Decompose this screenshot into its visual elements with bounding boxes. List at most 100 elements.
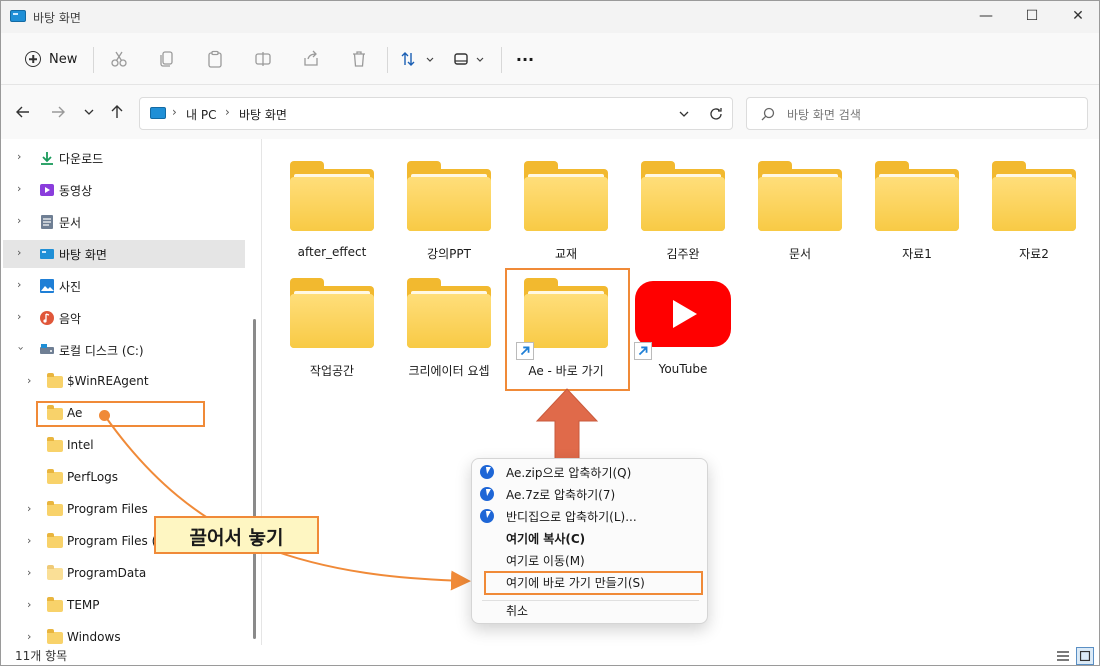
sidebar-folder-item[interactable]: › Windows [3, 624, 245, 645]
sidebar-item-local-disk[interactable]: › 로컬 디스크 (C:) [3, 336, 245, 364]
folder-icon [524, 161, 608, 231]
sidebar-folder-item[interactable]: PerfLogs [3, 464, 245, 492]
back-button[interactable] [12, 101, 34, 123]
rename-button[interactable] [248, 45, 278, 73]
menu-item-compress-7z[interactable]: Ae.7z로 압축하기(7) [472, 483, 709, 505]
maximize-button[interactable]: ☐ [1009, 1, 1055, 33]
folder-tile[interactable]: after_effect [276, 147, 388, 259]
sidebar-item-pictures[interactable]: › 사진 [3, 272, 245, 300]
details-view-icon[interactable] [1054, 647, 1072, 665]
menu-item-move-here[interactable]: 여기로 이동(M) [472, 549, 709, 571]
sidebar-item-documents[interactable]: › 문서 [3, 208, 245, 236]
close-button[interactable]: ✕ [1055, 1, 1099, 33]
folder-tile[interactable]: 자료2 [978, 147, 1090, 261]
sidebar-item-downloads[interactable]: › 다운로드 [3, 144, 245, 172]
sidebar-folder-item[interactable]: › ProgramData [3, 560, 245, 588]
menu-item-copy-here[interactable]: 여기에 복사(C) [472, 527, 709, 549]
chevron-right-icon[interactable]: › [27, 630, 31, 643]
folder-tile[interactable]: 김주완 [627, 147, 739, 261]
folder-tile[interactable]: 강의PPT [393, 147, 505, 261]
share-icon [304, 50, 318, 66]
folder-tile[interactable]: 자료1 [861, 147, 973, 261]
desktop-icon [40, 249, 54, 259]
up-button[interactable] [106, 101, 128, 123]
pane-divider[interactable] [261, 139, 262, 645]
cut-icon [111, 51, 127, 67]
paste-button[interactable] [200, 45, 230, 73]
sidebar-item-label: $WinREAgent [67, 374, 149, 388]
forward-button[interactable] [47, 101, 69, 123]
refresh-icon[interactable] [709, 107, 723, 121]
cut-button[interactable] [104, 45, 134, 73]
up-arrow-annotation-icon [535, 388, 599, 460]
sidebar-folder-item[interactable]: › $WinREAgent [3, 368, 245, 396]
folder-tile[interactable]: 크리에이터 요셉 [393, 264, 505, 378]
breadcrumb-this-pc[interactable]: 내 PC [186, 106, 216, 123]
recent-locations-button[interactable] [78, 101, 100, 123]
shortcut-tile-youtube[interactable]: YouTube [627, 264, 739, 376]
chevron-right-icon[interactable]: › [27, 534, 31, 547]
chevron-right-icon[interactable]: › [17, 246, 21, 259]
menu-item-label: 반디집으로 압축하기(L)... [506, 510, 637, 524]
folder-tile[interactable]: 작업공간 [276, 264, 388, 378]
menu-item-cancel[interactable]: 취소 [472, 599, 709, 621]
folder-icon [47, 373, 63, 388]
menu-item-compress-zip[interactable]: Ae.zip으로 압축하기(Q) [472, 461, 709, 483]
sidebar-item-label: 다운로드 [59, 152, 104, 166]
folder-tile[interactable]: 문서 [744, 147, 856, 261]
sidebar-item-label: TEMP [67, 598, 100, 612]
chevron-right-icon[interactable]: › [27, 374, 31, 387]
chevron-right-icon[interactable]: › [27, 502, 31, 515]
sidebar-folder-item[interactable]: Intel [3, 432, 245, 460]
sidebar-scrollbar[interactable] [253, 319, 256, 639]
folder-label: 김주완 [666, 247, 700, 261]
chevron-right-icon[interactable]: › [17, 150, 21, 163]
new-button[interactable]: New [15, 43, 87, 75]
shortcut-arrow-icon [516, 342, 534, 360]
up-arrow-icon [111, 105, 123, 118]
breadcrumb-desktop[interactable]: 바탕 화면 [239, 106, 287, 123]
folder-icon [290, 278, 374, 348]
minimize-button[interactable]: — [963, 1, 1009, 33]
folder-label: Ae - 바로 가기 [528, 364, 604, 378]
chevron-down-icon[interactable] [678, 108, 690, 120]
folder-icon [290, 161, 374, 231]
title-bar: 바탕 화면 — ☐ ✕ [1, 1, 1099, 33]
sort-button[interactable] [398, 45, 438, 73]
sidebar-item-desktop[interactable]: › 바탕 화면 [3, 240, 245, 268]
chevron-down-icon[interactable]: › [15, 346, 28, 350]
sidebar-item-label: 바탕 화면 [59, 248, 107, 262]
copy-button[interactable] [152, 45, 182, 73]
source-folder-highlight-box [36, 401, 205, 427]
share-button[interactable] [296, 45, 326, 73]
chevron-right-icon[interactable]: › [17, 214, 21, 227]
toolbar-divider [501, 47, 502, 73]
folder-icon [47, 597, 63, 612]
status-bar: 11개 항목 [1, 645, 1099, 665]
sidebar-item-label: 동영상 [59, 184, 93, 198]
chevron-right-icon[interactable]: › [17, 182, 21, 195]
bandizip-icon [480, 487, 494, 501]
view-button[interactable] [450, 45, 490, 73]
delete-button[interactable] [344, 45, 374, 73]
music-icon [40, 311, 54, 325]
more-options-button[interactable]: ··· [510, 45, 540, 73]
menu-item-compress-bandizip[interactable]: 반디집으로 압축하기(L)... [472, 505, 709, 527]
video-icon [40, 184, 54, 196]
youtube-logo-icon [635, 281, 731, 347]
chevron-right-icon[interactable]: › [17, 278, 21, 291]
window-title: 바탕 화면 [33, 11, 81, 25]
folder-tile[interactable]: 교재 [510, 147, 622, 261]
chevron-right-icon[interactable]: › [27, 566, 31, 579]
sidebar-folder-item[interactable]: › TEMP [3, 592, 245, 620]
search-icon [761, 107, 775, 121]
sidebar-item-music[interactable]: › 음악 [3, 304, 245, 332]
search-box[interactable]: 바탕 화면 검색 [746, 97, 1088, 130]
folder-icon [47, 629, 63, 644]
sidebar-item-videos[interactable]: › 동영상 [3, 176, 245, 204]
chevron-right-icon[interactable]: › [27, 598, 31, 611]
chevron-right-icon[interactable]: › [17, 310, 21, 323]
shortcut-tile-ae[interactable]: Ae - 바로 가기 [510, 264, 622, 378]
address-bar[interactable]: › 내 PC › 바탕 화면 [139, 97, 733, 130]
large-icons-view-icon[interactable] [1076, 647, 1094, 665]
